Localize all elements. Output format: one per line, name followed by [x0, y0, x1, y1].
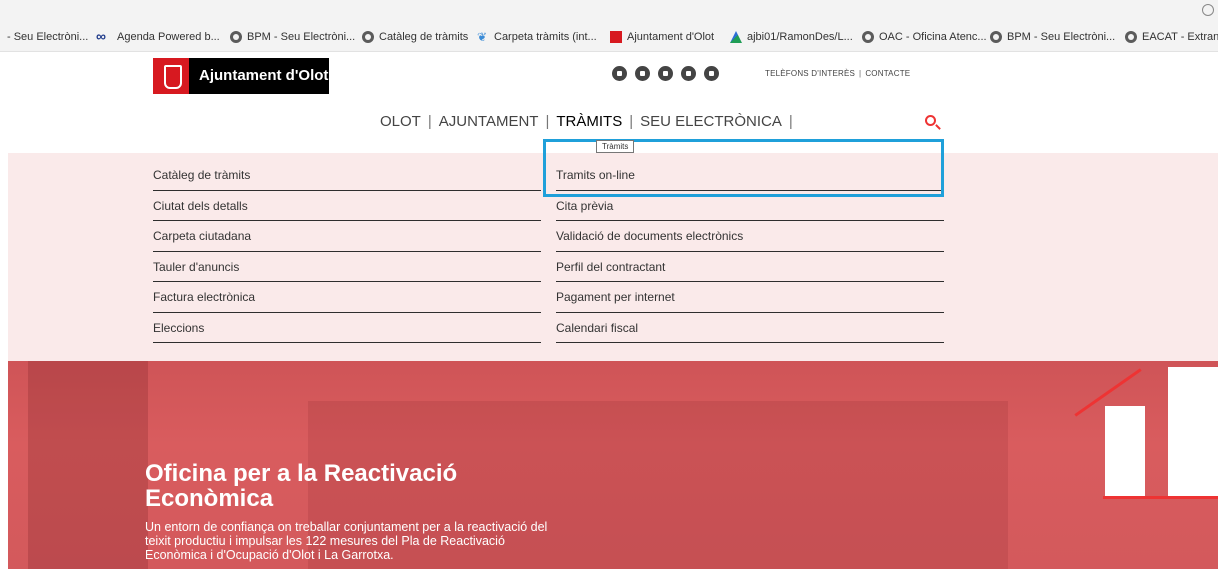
hero-banner[interactable]: Oficina per a la Reactivació Econòmica U…: [8, 361, 1218, 569]
hero-title: Oficina per a la Reactivació Econòmica: [145, 460, 458, 512]
contact-link[interactable]: CONTACTE: [865, 69, 910, 78]
menu-item-validacio-documents[interactable]: Validació de documents electrònics: [556, 221, 944, 252]
ajuntament-icon: [610, 31, 622, 43]
nav-separator: |: [629, 113, 634, 130]
bookmark-item[interactable]: EACAT - Extrane: [1125, 31, 1218, 43]
bookmark-label: Agenda Powered b...: [117, 31, 220, 43]
bookmark-item[interactable]: Catàleg de tràmits: [362, 31, 468, 43]
menu-item-factura-electronica[interactable]: Factura electrònica: [153, 282, 541, 313]
menu-item-tauler-anuncis[interactable]: Tauler d'anuncis: [153, 252, 541, 282]
bookmark-item[interactable]: BPM - Seu Electròni...: [230, 31, 355, 43]
bookmarks-bar: - Seu Electròni... ∞ Agenda Powered b...…: [0, 22, 1218, 52]
header-links: TELÈFONS D'INTERÈS | CONTACTE: [765, 69, 910, 78]
globe-icon: [362, 31, 374, 43]
bookmark-item[interactable]: ∞ Agenda Powered b...: [96, 28, 220, 44]
dropdown-column-left: Catàleg de tràmits Ciutat dels detalls C…: [153, 160, 541, 343]
bookmark-item[interactable]: Ajuntament d'Olot: [610, 31, 714, 43]
instagram-icon[interactable]: [681, 66, 696, 81]
menu-item-carpeta-ciutadana[interactable]: Carpeta ciutadana: [153, 221, 541, 252]
bookmark-label: ajbi01/RamonDes/L...: [747, 31, 853, 43]
bookmark-label: OAC - Oficina Atenc...: [879, 31, 987, 43]
site-logo-link[interactable]: Ajuntament d'Olot: [153, 58, 329, 94]
nav-separator: |: [427, 113, 432, 130]
bookmark-label: BPM - Seu Electròni...: [247, 31, 356, 43]
phones-link[interactable]: TELÈFONS D'INTERÈS: [765, 69, 855, 78]
site-name: Ajuntament d'Olot: [199, 67, 329, 84]
menu-item-tramits-online[interactable]: Tramits on-line: [556, 160, 944, 191]
hero-background-shape: [28, 361, 148, 569]
menu-item-cita-previa[interactable]: Cita prèvia: [556, 191, 944, 221]
nav-separator: |: [788, 113, 793, 130]
main-nav: OLOT | AJUNTAMENT | TRÀMITS | SEU ELECTRÒNICA |: [380, 113, 800, 130]
bookmark-label: Catàleg de tràmits: [379, 31, 469, 43]
bookmark-item[interactable]: ❦ Carpeta tràmits (int...: [477, 31, 597, 43]
browser-top-strip: [0, 0, 1218, 22]
bookmark-label: Ajuntament d'Olot: [627, 31, 715, 43]
bar-graphic-icon: [1168, 367, 1218, 497]
menu-item-perfil-contractant[interactable]: Perfil del contractant: [556, 252, 944, 282]
vimeo-icon[interactable]: [658, 66, 673, 81]
linkedin-icon[interactable]: [704, 66, 719, 81]
tooltip: Tràmits: [596, 140, 635, 153]
bookmark-item[interactable]: ajbi01/RamonDes/L...: [730, 31, 853, 43]
leaf-icon: ❦: [477, 30, 488, 44]
bookmark-item[interactable]: - Seu Electròni...: [7, 31, 88, 43]
bookmark-label: BPM - Seu Electròni...: [1007, 31, 1116, 43]
search-icon[interactable]: [925, 115, 936, 126]
nav-item-ajuntament[interactable]: AJUNTAMENT: [439, 113, 539, 130]
menu-item-eleccions[interactable]: Eleccions: [153, 313, 541, 343]
social-links: [612, 66, 719, 81]
ajuntament-shield-icon: [153, 58, 189, 94]
bookmark-item[interactable]: BPM - Seu Electròni...: [990, 31, 1115, 43]
nav-item-seu-electronica[interactable]: SEU ELECTRÒNICA: [640, 113, 782, 130]
menu-item-pagament-internet[interactable]: Pagament per internet: [556, 282, 944, 313]
menu-item-cataleg-tramits[interactable]: Catàleg de tràmits: [153, 160, 541, 191]
browser-viewport: - Seu Electròni... ∞ Agenda Powered b...…: [0, 0, 1218, 569]
bookmark-label: - Seu Electròni...: [7, 31, 89, 43]
dropdown-column-right: Tramits on-line Cita prèvia Validació de…: [556, 160, 944, 343]
bar-graphic-icon: [1105, 406, 1145, 496]
bookmark-item[interactable]: OAC - Oficina Atenc...: [862, 31, 987, 43]
globe-icon: [1125, 31, 1137, 43]
baseline-decoration: [1103, 496, 1218, 499]
hero-description: Un entorn de confiança on treballar conj…: [145, 520, 548, 562]
globe-icon: [862, 31, 874, 43]
profile-icon[interactable]: [1202, 4, 1214, 16]
nav-separator: |: [545, 113, 550, 130]
facebook-icon[interactable]: [612, 66, 627, 81]
globe-icon: [230, 31, 242, 43]
tramits-dropdown-menu: Catàleg de tràmits Ciutat dels detalls C…: [8, 153, 1218, 361]
bookmark-label: Carpeta tràmits (int...: [494, 31, 597, 43]
bookmark-label: EACAT - Extrane: [1142, 31, 1218, 43]
globe-icon: [990, 31, 1002, 43]
infinity-icon: ∞: [96, 28, 106, 44]
menu-item-ciutat-detalls[interactable]: Ciutat dels detalls: [153, 191, 541, 221]
menu-item-calendari-fiscal[interactable]: Calendari fiscal: [556, 313, 944, 343]
nav-item-olot[interactable]: OLOT: [380, 113, 421, 130]
twitter-icon[interactable]: [635, 66, 650, 81]
gitkraken-icon: [730, 31, 742, 43]
header-link-separator: |: [859, 69, 862, 78]
nav-item-tramits[interactable]: TRÀMITS: [556, 113, 622, 130]
